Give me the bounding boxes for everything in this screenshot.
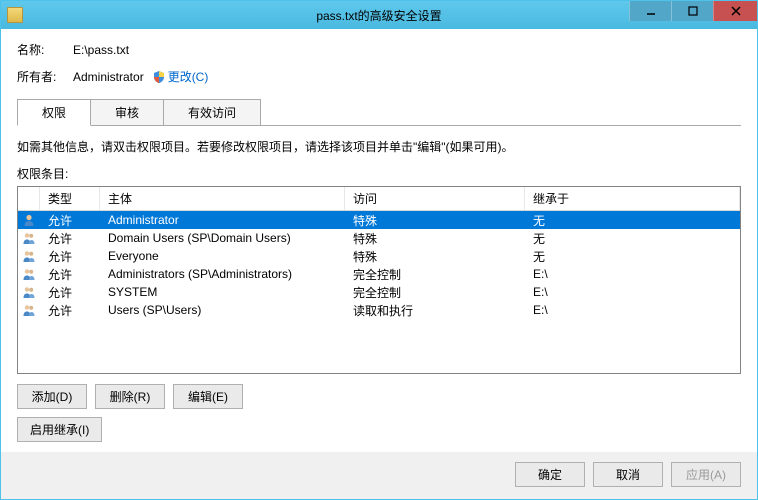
cell-principal: SYSTEM — [100, 285, 345, 299]
principal-icon — [18, 285, 40, 299]
enable-inheritance-button[interactable]: 启用继承(I) — [17, 417, 102, 442]
cell-access: 特殊 — [345, 230, 525, 247]
table-row[interactable]: 允许Administrator特殊无 — [18, 211, 740, 229]
cell-type: 允许 — [40, 248, 100, 265]
tab-effective-access[interactable]: 有效访问 — [163, 99, 261, 125]
window-body: 名称: E:\pass.txt 所有者: Administrator 更改(C)… — [1, 29, 757, 452]
table-row[interactable]: 允许Administrators (SP\Administrators)完全控制… — [18, 265, 740, 283]
col-type-header[interactable]: 类型 — [40, 187, 100, 210]
minimize-icon — [646, 6, 656, 16]
tab-permissions[interactable]: 权限 — [17, 99, 91, 126]
cell-principal: Administrators (SP\Administrators) — [100, 267, 345, 281]
col-inherited-header[interactable]: 继承于 — [525, 187, 740, 210]
table-row[interactable]: 允许Domain Users (SP\Domain Users)特殊无 — [18, 229, 740, 247]
shield-icon — [152, 70, 166, 84]
folder-icon — [7, 7, 23, 23]
principal-icon — [18, 213, 40, 227]
list-header: 类型 主体 访问 继承于 — [18, 187, 740, 211]
permissions-list[interactable]: 类型 主体 访问 继承于 允许Administrator特殊无允许Domain … — [17, 186, 741, 374]
name-row: 名称: E:\pass.txt — [17, 41, 741, 58]
cell-type: 允许 — [40, 266, 100, 283]
cell-access: 完全控制 — [345, 284, 525, 301]
table-row[interactable]: 允许Everyone特殊无 — [18, 247, 740, 265]
principal-icon — [18, 267, 40, 281]
rows-container: 允许Administrator特殊无允许Domain Users (SP\Dom… — [18, 211, 740, 319]
entries-label: 权限条目: — [17, 165, 741, 182]
cell-inherited: E:\ — [525, 267, 740, 281]
cell-type: 允许 — [40, 284, 100, 301]
owner-value: Administrator — [73, 70, 144, 84]
titlebar[interactable]: pass.txt的高级安全设置 — [1, 1, 757, 29]
maximize-button[interactable] — [671, 1, 713, 21]
cancel-button[interactable]: 取消 — [593, 462, 663, 487]
table-row[interactable]: 允许Users (SP\Users)读取和执行E:\ — [18, 301, 740, 319]
table-row[interactable]: 允许SYSTEM完全控制E:\ — [18, 283, 740, 301]
cell-access: 完全控制 — [345, 266, 525, 283]
edit-button[interactable]: 编辑(E) — [173, 384, 243, 409]
cell-principal: Everyone — [100, 249, 345, 263]
advanced-security-window: pass.txt的高级安全设置 名称: E:\pass.txt 所有者: Adm… — [0, 0, 758, 500]
close-button[interactable] — [713, 1, 757, 21]
name-label: 名称: — [17, 41, 73, 58]
cell-principal: Domain Users (SP\Domain Users) — [100, 231, 345, 245]
cell-access: 特殊 — [345, 212, 525, 229]
ok-button[interactable]: 确定 — [515, 462, 585, 487]
button-row: 添加(D) 删除(R) 编辑(E) — [17, 384, 741, 409]
window-controls — [629, 1, 757, 29]
cell-type: 允许 — [40, 230, 100, 247]
add-button[interactable]: 添加(D) — [17, 384, 87, 409]
change-owner-link[interactable]: 更改(C) — [168, 68, 209, 85]
principal-icon — [18, 303, 40, 317]
cell-access: 特殊 — [345, 248, 525, 265]
cell-principal: Users (SP\Users) — [100, 303, 345, 317]
info-text: 如需其他信息，请双击权限项目。若要修改权限项目，请选择该项目并单击"编辑"(如果… — [17, 138, 741, 155]
minimize-button[interactable] — [629, 1, 671, 21]
button-row-2: 启用继承(I) — [17, 417, 741, 442]
cell-inherited: 无 — [525, 230, 740, 247]
principal-icon — [18, 249, 40, 263]
cell-inherited: 无 — [525, 212, 740, 229]
cell-type: 允许 — [40, 302, 100, 319]
cell-inherited: E:\ — [525, 285, 740, 299]
window-title: pass.txt的高级安全设置 — [316, 7, 441, 24]
owner-row: 所有者: Administrator 更改(C) — [17, 68, 741, 85]
name-value: E:\pass.txt — [73, 43, 129, 57]
cell-principal: Administrator — [100, 213, 345, 227]
col-principal-header[interactable]: 主体 — [100, 187, 345, 210]
tab-auditing[interactable]: 审核 — [90, 99, 164, 125]
col-access-header[interactable]: 访问 — [345, 187, 525, 210]
cell-access: 读取和执行 — [345, 302, 525, 319]
close-icon — [731, 6, 741, 16]
col-icon-header[interactable] — [18, 187, 40, 210]
tab-bar: 权限 审核 有效访问 — [17, 99, 741, 126]
cell-inherited: E:\ — [525, 303, 740, 317]
maximize-icon — [688, 6, 698, 16]
remove-button[interactable]: 删除(R) — [95, 384, 165, 409]
apply-button[interactable]: 应用(A) — [671, 462, 741, 487]
principal-icon — [18, 231, 40, 245]
cell-type: 允许 — [40, 212, 100, 229]
owner-label: 所有者: — [17, 68, 73, 85]
cell-inherited: 无 — [525, 248, 740, 265]
footer: 确定 取消 应用(A) — [1, 452, 757, 499]
